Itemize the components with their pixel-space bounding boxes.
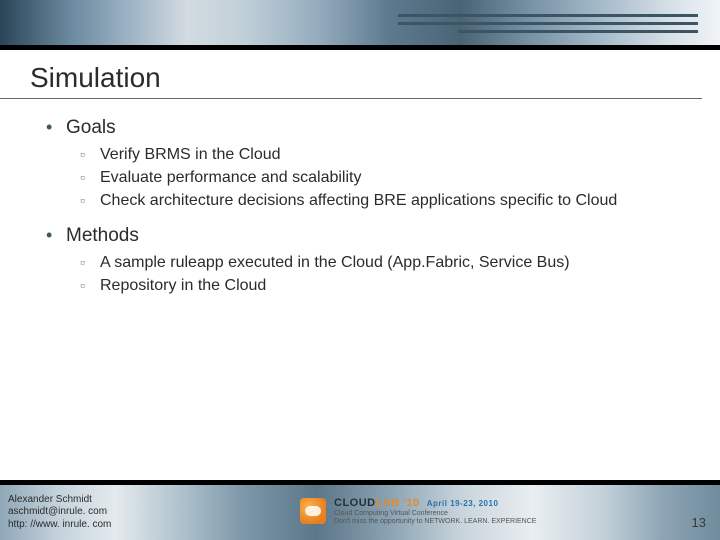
event-title-b: LAB '10 (376, 497, 420, 509)
sub-bullet-list: A sample ruleapp executed in the Cloud (… (80, 253, 676, 297)
section-heading-text: Goals (66, 117, 116, 138)
sub-bullet-list: Verify BRMS in the Cloud Evaluate perfor… (80, 145, 676, 211)
slide-title: Simulation (0, 50, 702, 99)
section-heading-text: Methods (66, 225, 139, 246)
list-item: A sample ruleapp executed in the Cloud (… (80, 253, 676, 274)
section-heading: Methods A sample ruleapp executed in the… (44, 225, 676, 297)
author-name: Alexander Schmidt (8, 494, 111, 507)
header-rules (398, 14, 698, 38)
header-rule (398, 22, 698, 25)
slide: Simulation Goals Verify BRMS in the Clou… (0, 0, 720, 540)
slide-body: Goals Verify BRMS in the Cloud Evaluate … (0, 99, 720, 480)
section-heading: Goals Verify BRMS in the Cloud Evaluate … (44, 117, 676, 211)
header-rule (398, 14, 698, 17)
footer: Alexander Schmidt aschmidt@inrule. com h… (0, 480, 720, 540)
header-banner (0, 0, 720, 50)
list-item: Check architecture decisions affecting B… (80, 191, 676, 212)
header-rule (458, 30, 698, 33)
event-text: CLOUDLAB '10 April 19-23, 2010 Cloud Com… (334, 497, 536, 526)
event-cta: Don't miss the opportunity to NETWORK. L… (334, 518, 536, 526)
event-title: CLOUDLAB '10 April 19-23, 2010 (334, 497, 536, 510)
event-dates: April 19-23, 2010 (427, 499, 499, 508)
list-item: Evaluate performance and scalability (80, 168, 676, 189)
author-url: http: //www. inrule. com (8, 519, 111, 532)
event-title-a: CLOUD (334, 497, 376, 509)
list-item: Verify BRMS in the Cloud (80, 145, 676, 166)
cloud-icon (300, 498, 326, 524)
page-number: 13 (692, 515, 706, 530)
event-tagline: Cloud Computing Virtual Conference (334, 510, 536, 518)
footer-author: Alexander Schmidt aschmidt@inrule. com h… (0, 494, 111, 532)
bullet-list: Goals Verify BRMS in the Cloud Evaluate … (44, 117, 676, 297)
author-email: aschmidt@inrule. com (8, 506, 111, 519)
list-item: Repository in the Cloud (80, 276, 676, 297)
event-badge: CLOUDLAB '10 April 19-23, 2010 Cloud Com… (300, 497, 536, 526)
